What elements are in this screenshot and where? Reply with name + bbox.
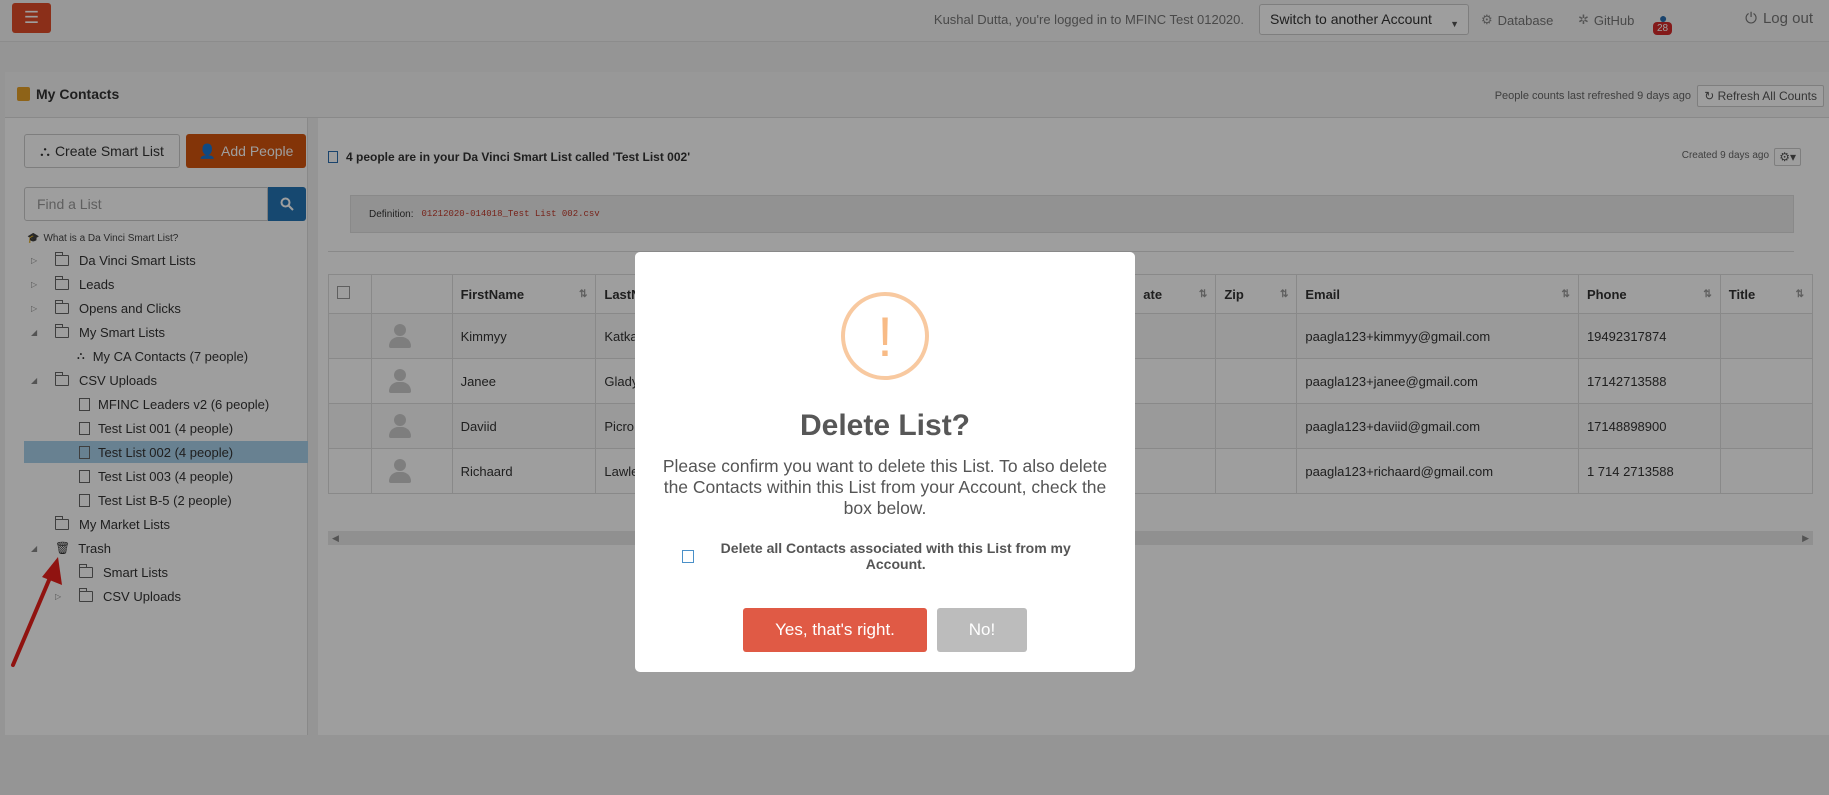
confirm-delete-button[interactable]: Yes, that's right.: [743, 608, 927, 652]
dialog-title: Delete List?: [799, 409, 971, 442]
warning-icon: !: [841, 292, 929, 380]
delete-contacts-checkbox-label: Delete all Contacts associated with this…: [720, 540, 1071, 572]
delete-contacts-checkbox[interactable]: [682, 549, 695, 563]
delete-contacts-checkbox-row[interactable]: Delete all Contacts associated with this…: [682, 540, 1092, 572]
dialog-message: Please confirm you want to delete this L…: [662, 456, 1108, 518]
cancel-delete-button[interactable]: No!: [937, 608, 1027, 652]
delete-list-dialog: ! Delete List? Please confirm you want t…: [635, 252, 1135, 672]
warning-icon-glyph: !: [877, 304, 893, 368]
